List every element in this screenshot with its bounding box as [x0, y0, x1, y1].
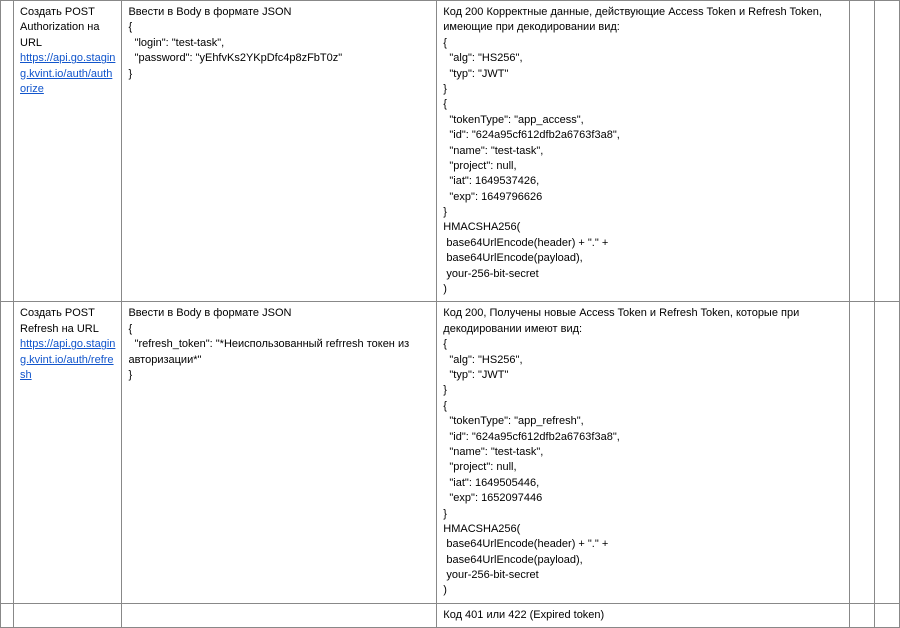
description-prefix: Создать POST Refresh на URL — [20, 307, 101, 334]
row-stub-right2 — [875, 603, 900, 627]
url-link[interactable]: https://api.go.staging.kvint.io/auth/aut… — [20, 52, 115, 95]
description-prefix: Создать POST Authorization на URL — [20, 6, 103, 49]
url-link[interactable]: https://api.go.staging.kvint.io/auth/ref… — [20, 338, 115, 381]
row-stub-right — [850, 302, 875, 603]
body-cell — [122, 603, 437, 627]
result-cell: Код 200, Получены новые Access Token и R… — [437, 302, 850, 603]
body-cell: Ввести в Body в формате JSON { "refresh_… — [122, 302, 437, 603]
row-stub-right — [850, 603, 875, 627]
row-stub-left — [1, 302, 14, 603]
row-stub-right2 — [875, 302, 900, 603]
row-stub-right — [850, 1, 875, 302]
description-cell: Создать POST Refresh на URL https://api.… — [14, 302, 122, 603]
description-cell: Создать POST Authorization на URL https:… — [14, 1, 122, 302]
test-case-table: Создать POST Authorization на URL https:… — [0, 0, 900, 628]
result-cell: Код 401 или 422 (Expired token) — [437, 603, 850, 627]
result-cell: Код 200 Корректные данные, действующие A… — [437, 1, 850, 302]
row-stub-right2 — [875, 1, 900, 302]
table-row: Создать POST Authorization на URL https:… — [1, 1, 900, 302]
body-cell: Ввести в Body в формате JSON { "login": … — [122, 1, 437, 302]
row-stub-left — [1, 1, 14, 302]
table-row: Код 401 или 422 (Expired token) — [1, 603, 900, 627]
row-stub-left — [1, 603, 14, 627]
description-cell — [14, 603, 122, 627]
table-row: Создать POST Refresh на URL https://api.… — [1, 302, 900, 603]
